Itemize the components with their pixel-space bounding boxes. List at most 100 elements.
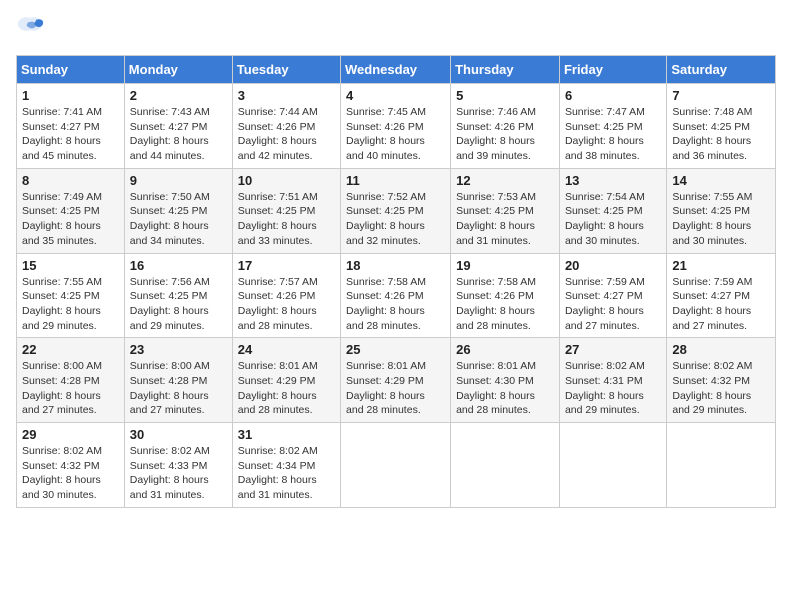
day-number: 31 [238,427,335,442]
day-number: 11 [346,173,445,188]
day-number: 28 [672,342,770,357]
day-info: Sunrise: 7:59 AM Sunset: 4:27 PM Dayligh… [565,275,661,334]
calendar-cell: 3 Sunrise: 7:44 AM Sunset: 4:26 PM Dayli… [232,84,340,169]
day-info: Sunrise: 8:02 AM Sunset: 4:31 PM Dayligh… [565,359,661,418]
weekday-header-sunday: Sunday [17,56,125,84]
calendar-cell: 4 Sunrise: 7:45 AM Sunset: 4:26 PM Dayli… [341,84,451,169]
calendar-cell: 29 Sunrise: 8:02 AM Sunset: 4:32 PM Dayl… [17,423,125,508]
day-info: Sunrise: 7:51 AM Sunset: 4:25 PM Dayligh… [238,190,335,249]
day-number: 18 [346,258,445,273]
page-header [16,16,776,43]
day-info: Sunrise: 7:52 AM Sunset: 4:25 PM Dayligh… [346,190,445,249]
calendar-cell: 30 Sunrise: 8:02 AM Sunset: 4:33 PM Dayl… [124,423,232,508]
day-info: Sunrise: 8:02 AM Sunset: 4:34 PM Dayligh… [238,444,335,503]
calendar-cell: 8 Sunrise: 7:49 AM Sunset: 4:25 PM Dayli… [17,168,125,253]
day-number: 22 [22,342,119,357]
calendar-cell: 9 Sunrise: 7:50 AM Sunset: 4:25 PM Dayli… [124,168,232,253]
calendar-table: SundayMondayTuesdayWednesdayThursdayFrid… [16,55,776,508]
day-info: Sunrise: 7:53 AM Sunset: 4:25 PM Dayligh… [456,190,554,249]
day-info: Sunrise: 7:57 AM Sunset: 4:26 PM Dayligh… [238,275,335,334]
calendar-cell: 17 Sunrise: 7:57 AM Sunset: 4:26 PM Dayl… [232,253,340,338]
day-info: Sunrise: 7:46 AM Sunset: 4:26 PM Dayligh… [456,105,554,164]
calendar-cell [667,423,776,508]
day-info: Sunrise: 7:44 AM Sunset: 4:26 PM Dayligh… [238,105,335,164]
day-number: 17 [238,258,335,273]
calendar-cell: 16 Sunrise: 7:56 AM Sunset: 4:25 PM Dayl… [124,253,232,338]
day-number: 1 [22,88,119,103]
calendar-cell: 1 Sunrise: 7:41 AM Sunset: 4:27 PM Dayli… [17,84,125,169]
weekday-header-friday: Friday [559,56,666,84]
calendar-week-4: 22 Sunrise: 8:00 AM Sunset: 4:28 PM Dayl… [17,338,776,423]
calendar-cell: 21 Sunrise: 7:59 AM Sunset: 4:27 PM Dayl… [667,253,776,338]
day-number: 19 [456,258,554,273]
calendar-cell: 26 Sunrise: 8:01 AM Sunset: 4:30 PM Dayl… [451,338,560,423]
day-info: Sunrise: 8:01 AM Sunset: 4:29 PM Dayligh… [346,359,445,418]
day-info: Sunrise: 7:50 AM Sunset: 4:25 PM Dayligh… [130,190,227,249]
day-info: Sunrise: 7:59 AM Sunset: 4:27 PM Dayligh… [672,275,770,334]
day-info: Sunrise: 7:54 AM Sunset: 4:25 PM Dayligh… [565,190,661,249]
day-info: Sunrise: 7:58 AM Sunset: 4:26 PM Dayligh… [346,275,445,334]
day-number: 3 [238,88,335,103]
calendar-week-1: 1 Sunrise: 7:41 AM Sunset: 4:27 PM Dayli… [17,84,776,169]
day-info: Sunrise: 7:55 AM Sunset: 4:25 PM Dayligh… [22,275,119,334]
weekday-header-saturday: Saturday [667,56,776,84]
weekday-header-wednesday: Wednesday [341,56,451,84]
day-number: 7 [672,88,770,103]
calendar-cell: 15 Sunrise: 7:55 AM Sunset: 4:25 PM Dayl… [17,253,125,338]
calendar-cell: 10 Sunrise: 7:51 AM Sunset: 4:25 PM Dayl… [232,168,340,253]
day-number: 15 [22,258,119,273]
day-number: 2 [130,88,227,103]
day-number: 9 [130,173,227,188]
day-info: Sunrise: 7:48 AM Sunset: 4:25 PM Dayligh… [672,105,770,164]
logo [16,16,48,43]
calendar-cell: 5 Sunrise: 7:46 AM Sunset: 4:26 PM Dayli… [451,84,560,169]
calendar-week-2: 8 Sunrise: 7:49 AM Sunset: 4:25 PM Dayli… [17,168,776,253]
calendar-cell [559,423,666,508]
day-number: 12 [456,173,554,188]
calendar-cell: 7 Sunrise: 7:48 AM Sunset: 4:25 PM Dayli… [667,84,776,169]
calendar-cell: 31 Sunrise: 8:02 AM Sunset: 4:34 PM Dayl… [232,423,340,508]
calendar-cell: 22 Sunrise: 8:00 AM Sunset: 4:28 PM Dayl… [17,338,125,423]
day-number: 23 [130,342,227,357]
day-number: 29 [22,427,119,442]
weekday-header-monday: Monday [124,56,232,84]
calendar-week-3: 15 Sunrise: 7:55 AM Sunset: 4:25 PM Dayl… [17,253,776,338]
day-info: Sunrise: 7:41 AM Sunset: 4:27 PM Dayligh… [22,105,119,164]
calendar-cell: 2 Sunrise: 7:43 AM Sunset: 4:27 PM Dayli… [124,84,232,169]
day-number: 16 [130,258,227,273]
day-number: 8 [22,173,119,188]
calendar-cell: 18 Sunrise: 7:58 AM Sunset: 4:26 PM Dayl… [341,253,451,338]
day-number: 30 [130,427,227,442]
calendar-header-row: SundayMondayTuesdayWednesdayThursdayFrid… [17,56,776,84]
weekday-header-tuesday: Tuesday [232,56,340,84]
day-number: 5 [456,88,554,103]
calendar-cell: 12 Sunrise: 7:53 AM Sunset: 4:25 PM Dayl… [451,168,560,253]
day-number: 21 [672,258,770,273]
calendar-cell: 20 Sunrise: 7:59 AM Sunset: 4:27 PM Dayl… [559,253,666,338]
calendar-cell: 27 Sunrise: 8:02 AM Sunset: 4:31 PM Dayl… [559,338,666,423]
calendar-cell: 19 Sunrise: 7:58 AM Sunset: 4:26 PM Dayl… [451,253,560,338]
day-info: Sunrise: 7:56 AM Sunset: 4:25 PM Dayligh… [130,275,227,334]
day-number: 26 [456,342,554,357]
calendar-cell: 24 Sunrise: 8:01 AM Sunset: 4:29 PM Dayl… [232,338,340,423]
calendar-cell: 6 Sunrise: 7:47 AM Sunset: 4:25 PM Dayli… [559,84,666,169]
calendar-cell: 25 Sunrise: 8:01 AM Sunset: 4:29 PM Dayl… [341,338,451,423]
calendar-cell [451,423,560,508]
day-info: Sunrise: 8:00 AM Sunset: 4:28 PM Dayligh… [130,359,227,418]
day-number: 10 [238,173,335,188]
day-info: Sunrise: 8:02 AM Sunset: 4:32 PM Dayligh… [22,444,119,503]
day-info: Sunrise: 7:55 AM Sunset: 4:25 PM Dayligh… [672,190,770,249]
calendar-cell: 28 Sunrise: 8:02 AM Sunset: 4:32 PM Dayl… [667,338,776,423]
day-number: 27 [565,342,661,357]
day-info: Sunrise: 7:47 AM Sunset: 4:25 PM Dayligh… [565,105,661,164]
day-info: Sunrise: 7:45 AM Sunset: 4:26 PM Dayligh… [346,105,445,164]
day-number: 4 [346,88,445,103]
day-info: Sunrise: 8:02 AM Sunset: 4:33 PM Dayligh… [130,444,227,503]
weekday-header-thursday: Thursday [451,56,560,84]
day-info: Sunrise: 7:43 AM Sunset: 4:27 PM Dayligh… [130,105,227,164]
day-info: Sunrise: 8:01 AM Sunset: 4:29 PM Dayligh… [238,359,335,418]
day-number: 13 [565,173,661,188]
day-number: 25 [346,342,445,357]
calendar-week-5: 29 Sunrise: 8:02 AM Sunset: 4:32 PM Dayl… [17,423,776,508]
calendar-cell: 14 Sunrise: 7:55 AM Sunset: 4:25 PM Dayl… [667,168,776,253]
